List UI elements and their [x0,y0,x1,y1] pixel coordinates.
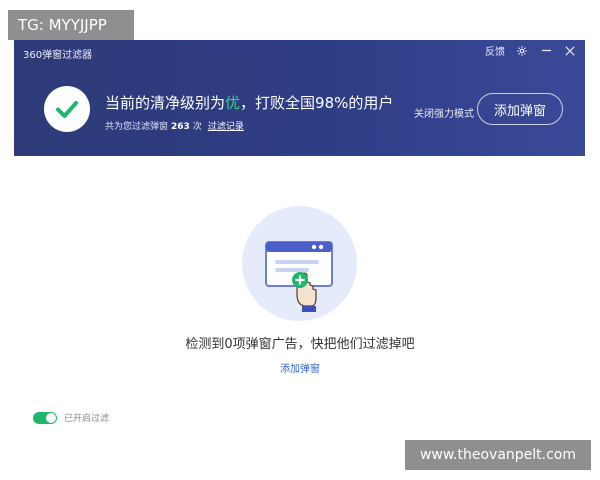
filter-toggle-switch[interactable] [33,411,57,424]
add-popup-button[interactable]: 添加弹窗 [477,93,563,125]
filter-toggle-label: 已开启过滤 [64,414,110,424]
popup-illustration [242,206,357,321]
toggle-knob [46,412,56,423]
minimize-icon[interactable] [539,44,553,58]
filtered-count: 263 [171,122,190,132]
status-prefix: 当前的清净级别为 [105,94,226,112]
sub-prefix: 共为您过滤弹窗 [105,122,169,132]
empty-state-message: 检测到0项弹窗广告，快把他们过滤掉吧 [185,337,415,352]
filter-toggle-row: 已开启过滤 [33,411,109,424]
sub-unit: 次 [192,122,202,132]
watermark-bottom: www.theovanpelt.com [405,440,591,470]
gear-icon[interactable] [515,44,529,58]
watermark-top: TG: MYYJJPP [8,10,134,40]
strong-mode-toggle-link[interactable]: 关闭强力模式 [414,105,474,120]
status-title: 当前的清净级别为优，打败全国98%的用户 [105,92,393,113]
filter-log-link[interactable]: 过滤记录 [208,122,244,132]
status-suffix: ，打败全国98%的用户 [240,94,394,112]
check-icon [56,101,78,118]
window-controls: 反馈 [485,43,577,58]
close-icon[interactable] [563,44,577,58]
status-check-badge [44,86,90,132]
feedback-link[interactable]: 反馈 [485,43,505,58]
status-level: 优 [225,94,241,112]
app-title: 360弹窗过滤器 [23,50,93,61]
plus-icon [292,272,308,288]
status-subtitle: 共为您过滤弹窗 263 次过滤记录 [105,119,244,132]
app-header: 360弹窗过滤器 反馈 当前的清净级别为优，打败全国98%的用户 共为您过滤弹窗… [14,40,585,156]
add-popup-link[interactable]: 添加弹窗 [0,360,600,375]
